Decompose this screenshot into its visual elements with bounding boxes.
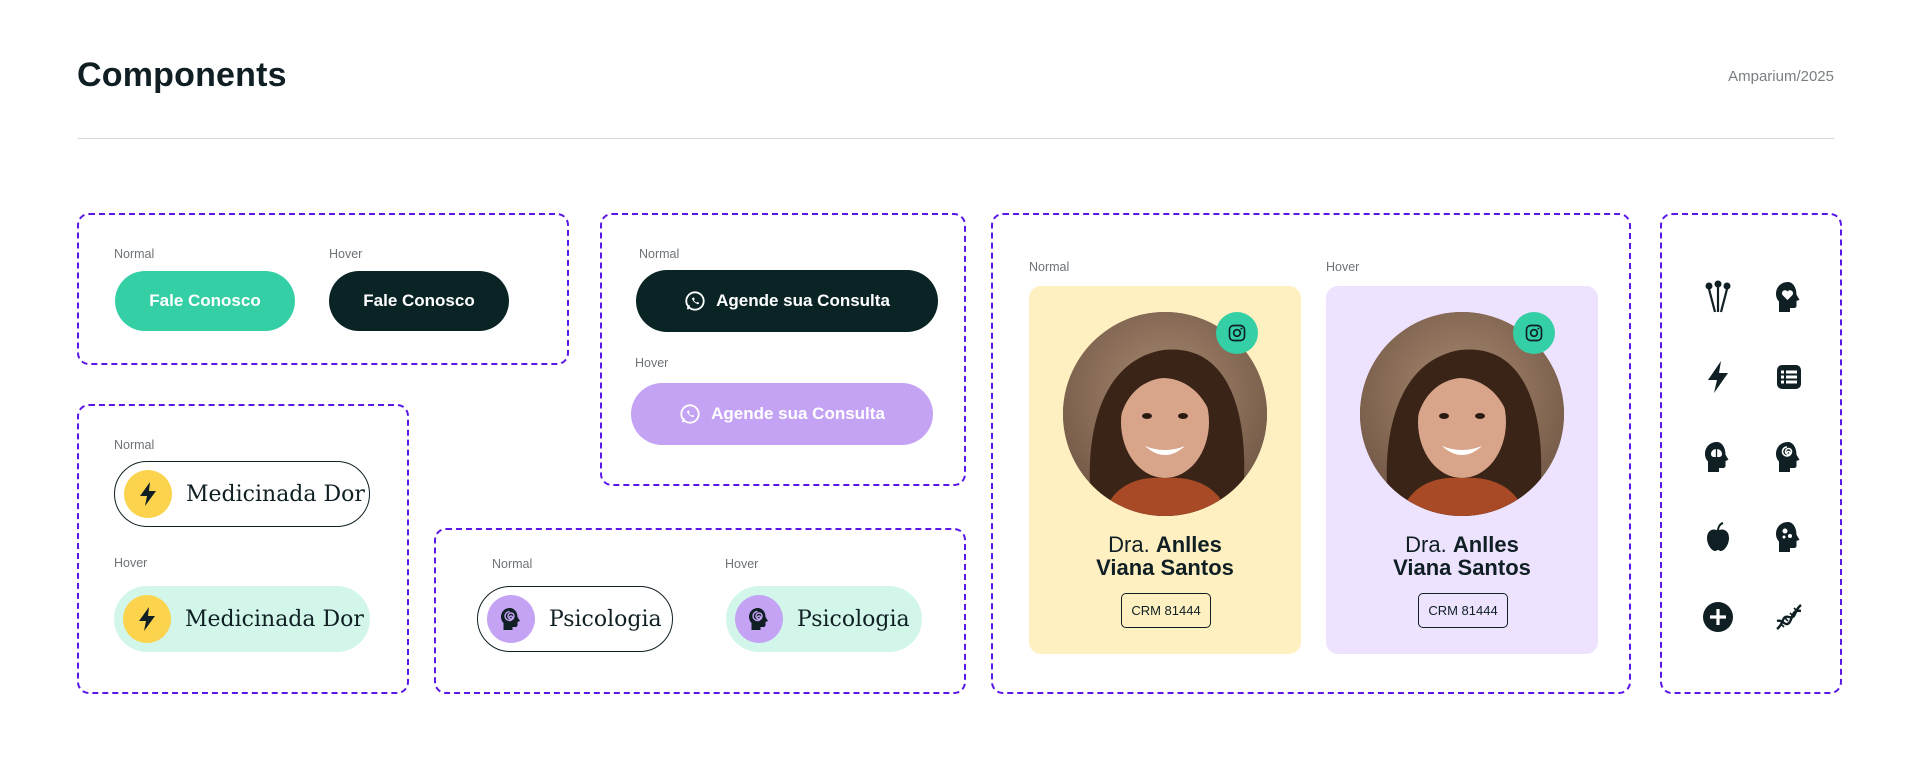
schedule-button-label: Agende sua Consulta (716, 291, 890, 310)
crm-badge: CRM 81444 (1418, 593, 1508, 628)
tag-label: Psicologia (797, 606, 910, 632)
head-spiral-icon (1769, 437, 1809, 477)
state-label-normal: Normal (114, 247, 155, 261)
contact-button-hover[interactable]: Fale Conosco (329, 271, 509, 331)
doctor-card-hover[interactable]: Dra. Anlles Viana Santos CRM 81444 (1326, 286, 1598, 654)
contact-button-normal[interactable]: Fale Conosco (115, 271, 295, 331)
head-heart-icon (1769, 277, 1809, 317)
state-label-hover: Hover (725, 557, 759, 571)
icon-set (1660, 213, 1842, 694)
schedule-button-normal[interactable]: Agende sua Consulta (636, 270, 938, 332)
mind-head-icon (735, 595, 783, 643)
state-label-normal: Normal (639, 247, 680, 261)
tag-label: Psicologia (549, 606, 662, 632)
tag-label: Medicinada Dor (185, 606, 364, 632)
state-label-normal: Normal (1029, 260, 1070, 274)
instagram-icon[interactable] (1513, 312, 1555, 354)
head-brain-icon (1698, 437, 1738, 477)
pain-tag-hover[interactable]: Medicinada Dor (114, 586, 370, 652)
lightning-icon (123, 595, 171, 643)
psychology-tag-group: Normal Hover Psicologia Psicologia (434, 528, 966, 694)
schedule-button-label: Agende sua Consulta (711, 404, 885, 423)
instagram-icon[interactable] (1216, 312, 1258, 354)
whatsapp-icon (679, 403, 701, 425)
crm-badge: CRM 81444 (1121, 593, 1211, 628)
doctor-name: Dra. Anlles Viana Santos (1393, 532, 1531, 580)
header-divider (78, 138, 1834, 139)
lightning-icon (124, 470, 172, 518)
state-label-normal: Normal (492, 557, 533, 571)
apple-icon (1698, 517, 1738, 557)
doctor-card-group: Normal Hover Dra. Anlles Viana Santos CRM… (991, 213, 1631, 694)
pain-tag-normal[interactable]: Medicinada Dor (114, 461, 370, 527)
mind-head-icon (487, 595, 535, 643)
lightning-icon (1698, 357, 1738, 397)
psychology-tag-hover[interactable]: Psicologia (726, 586, 922, 652)
state-label-hover: Hover (635, 356, 669, 370)
schedule-button-hover[interactable]: Agende sua Consulta (631, 383, 933, 445)
state-label-hover: Hover (1326, 260, 1360, 274)
psychology-tag-normal[interactable]: Psicologia (477, 586, 673, 652)
contact-button-group: Normal Hover Fale Conosco Fale Conosco (77, 213, 569, 365)
acupuncture-icon (1698, 277, 1738, 317)
dna-icon (1769, 597, 1809, 637)
list-icon (1769, 357, 1809, 397)
doctor-name: Dra. Anlles Viana Santos (1096, 532, 1234, 580)
head-puzzle-icon (1769, 517, 1809, 557)
schedule-button-group: Normal Agende sua Consulta Hover Agende … (600, 213, 966, 486)
credit-text: Amparium/2025 (1728, 68, 1834, 85)
page-title: Components (77, 56, 287, 94)
pain-specialty-tag-group: Normal Medicinada Dor Hover Medicinada D… (77, 404, 409, 694)
state-label-hover: Hover (114, 556, 148, 570)
doctor-card-normal[interactable]: Dra. Anlles Viana Santos CRM 81444 (1029, 286, 1301, 654)
whatsapp-icon (684, 290, 706, 312)
state-label-hover: Hover (329, 247, 363, 261)
state-label-normal: Normal (114, 438, 155, 452)
plus-circle-icon (1698, 597, 1738, 637)
tag-label: Medicinada Dor (186, 481, 365, 507)
